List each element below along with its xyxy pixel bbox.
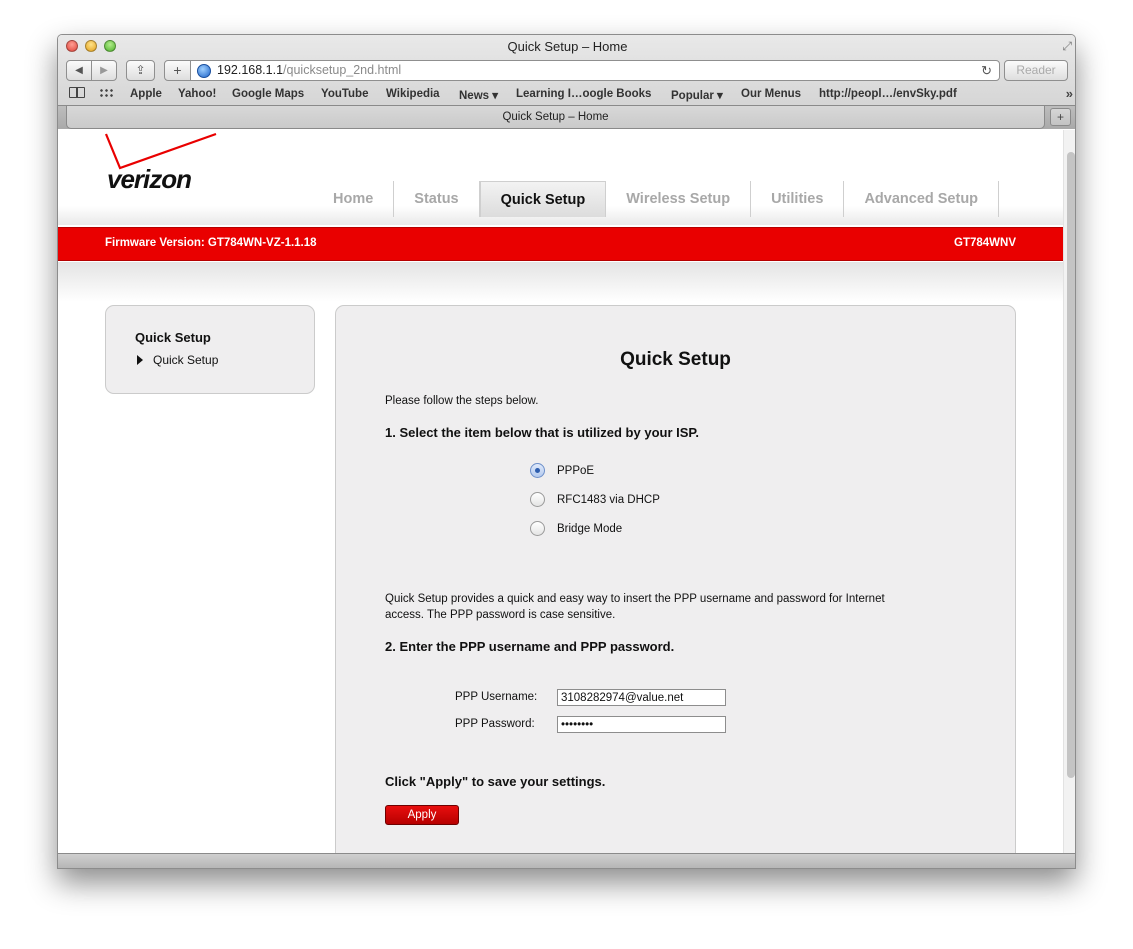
bookmark-item[interactable]: News ▾ <box>459 88 498 102</box>
description-line2: access. The PPP password is case sensiti… <box>385 609 616 621</box>
radio-label: PPPoE <box>557 465 595 477</box>
nav-status[interactable]: Status <box>394 181 480 217</box>
firmware-version: Firmware Version: GT784WN-VZ-1.1.18 <box>105 237 317 249</box>
scroll-thumb[interactable] <box>1067 152 1075 778</box>
share-button[interactable]: ⇪ <box>126 60 155 81</box>
radio-pppoe[interactable] <box>530 463 545 478</box>
password-label: PPP Password: <box>455 718 535 730</box>
main-panel: Quick Setup Please follow the steps belo… <box>335 305 1016 855</box>
new-tab-button[interactable]: + <box>1050 108 1071 126</box>
forward-button[interactable]: ▶ <box>91 60 117 81</box>
reading-list-icon[interactable] <box>69 87 85 98</box>
fullscreen-icon[interactable]: ⤢ <box>1062 39 1072 54</box>
password-field[interactable] <box>557 716 726 733</box>
bookmark-item[interactable]: Yahoo! <box>178 88 216 100</box>
header-band <box>58 262 1063 302</box>
triangle-right-icon <box>137 355 143 365</box>
step1-heading: 1. Select the item below that is utilize… <box>385 425 700 440</box>
bookmark-item[interactable]: Google Maps <box>232 88 304 100</box>
bookmark-item[interactable]: Apple <box>130 88 162 100</box>
back-button[interactable]: ◀ <box>66 60 92 81</box>
nav-wireless-setup[interactable]: Wireless Setup <box>606 181 752 217</box>
bookmark-item[interactable]: Wikipedia <box>386 88 440 100</box>
page-title: Quick Setup <box>620 349 731 370</box>
top-sites-icon[interactable] <box>99 88 114 98</box>
username-label: PPP Username: <box>455 691 538 703</box>
add-bookmark-button[interactable]: + <box>164 60 191 81</box>
page-header: verizon Home Status Quick Setup Wireless… <box>58 130 1063 225</box>
reader-button[interactable]: Reader <box>1004 60 1068 81</box>
address-bar[interactable]: 192.168.1.1/quicksetup_2nd.html ↻ <box>190 60 1000 81</box>
more-bookmarks-icon[interactable]: » <box>1066 86 1073 101</box>
sidebar-item-label: Quick Setup <box>153 353 219 367</box>
nav-quick-setup[interactable]: Quick Setup <box>479 181 607 217</box>
username-field[interactable] <box>557 689 726 706</box>
nav-utilities[interactable]: Utilities <box>751 181 845 217</box>
sidebar-title: Quick Setup <box>135 330 211 345</box>
page-viewport: verizon Home Status Quick Setup Wireless… <box>58 130 1075 855</box>
tab-quick-setup[interactable]: Quick Setup – Home <box>66 106 1045 129</box>
verizon-logo: verizon <box>104 132 234 202</box>
bookmarks-bar: Apple Yahoo! Google Maps YouTube Wikiped… <box>58 85 1075 104</box>
radio-label: Bridge Mode <box>557 523 623 535</box>
bookmark-item[interactable]: YouTube <box>321 88 368 100</box>
intro-text: Please follow the steps below. <box>385 395 539 407</box>
model-name: GT784WNV <box>954 237 1016 249</box>
url-host: 192.168.1.1 <box>217 63 284 77</box>
globe-icon <box>197 64 211 78</box>
status-bar <box>58 853 1075 868</box>
apply-note: Click "Apply" to save your settings. <box>385 774 606 789</box>
url-path: /quicksetup_2nd.html <box>283 63 402 77</box>
window-title: Quick Setup – Home <box>507 39 628 54</box>
bookmark-item[interactable]: Learning I…oogle Books <box>516 88 651 100</box>
sidebar: Quick Setup Quick Setup <box>105 305 315 394</box>
bookmark-item[interactable]: Popular ▾ <box>671 88 723 102</box>
description-line1: Quick Setup provides a quick and easy wa… <box>385 593 885 605</box>
logo-text: verizon <box>107 164 192 194</box>
radio-bridge-mode[interactable] <box>530 521 545 536</box>
browser-window: Quick Setup – Home ⤢ ◀ ▶ ⇪ + 192.168.1.1… <box>57 34 1076 869</box>
nav-advanced-setup[interactable]: Advanced Setup <box>844 181 1000 217</box>
radio-label: RFC1483 via DHCP <box>557 494 660 506</box>
vertical-scrollbar[interactable] <box>1063 130 1075 855</box>
tab-bar: Quick Setup – Home + <box>58 105 1075 129</box>
apply-button[interactable]: Apply <box>385 805 459 825</box>
step2-heading: 2. Enter the PPP username and PPP passwo… <box>385 639 675 654</box>
sidebar-item-quick-setup[interactable]: Quick Setup <box>137 353 218 367</box>
bookmark-item[interactable]: http://peopl…/envSky.pdf <box>819 88 957 100</box>
main-nav: Home Status Quick Setup Wireless Setup U… <box>313 181 1000 217</box>
firmware-bar: Firmware Version: GT784WN-VZ-1.1.18 GT78… <box>58 227 1063 261</box>
bookmark-item[interactable]: Our Menus <box>741 88 801 100</box>
nav-home[interactable]: Home <box>313 181 395 217</box>
radio-rfc1483[interactable] <box>530 492 545 507</box>
reload-icon[interactable]: ↻ <box>981 61 992 80</box>
browser-toolbar: Quick Setup – Home ⤢ ◀ ▶ ⇪ + 192.168.1.1… <box>58 35 1075 129</box>
